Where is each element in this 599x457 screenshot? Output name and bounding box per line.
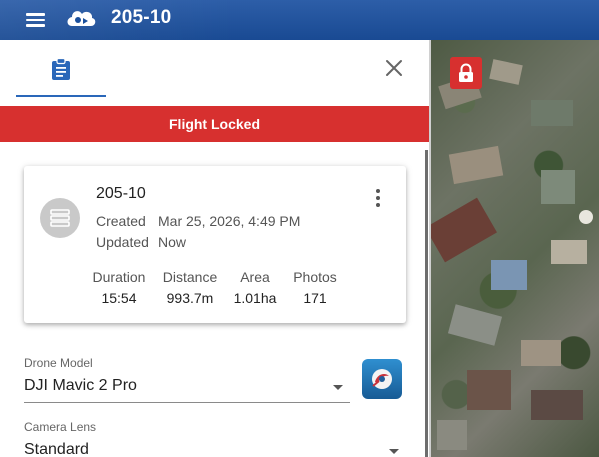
stat-label: Area	[240, 269, 270, 285]
flight-card: 205-10 Created Mar 25, 2026, 4:49 PM Upd…	[24, 166, 406, 323]
menu-icon[interactable]	[26, 10, 46, 30]
drone-model-select[interactable]: DJI Mavic 2 Pro	[24, 377, 137, 395]
map-building	[491, 260, 527, 290]
banner-text: Flight Locked	[169, 116, 260, 132]
lock-icon	[459, 63, 473, 82]
stat-duration: Duration 15:54	[90, 269, 148, 306]
flight-list-icon	[50, 209, 70, 227]
satellite-map[interactable]	[431, 40, 599, 457]
clipboard-icon	[52, 58, 70, 80]
stat-photos: Photos 171	[290, 269, 340, 306]
camera-lens-label: Camera Lens	[24, 420, 97, 434]
created-label: Created	[96, 213, 146, 229]
app-logo-icon	[67, 11, 96, 26]
chevron-down-icon[interactable]	[333, 385, 343, 390]
stat-value: 171	[303, 290, 327, 306]
camera-lens-select[interactable]: Standard	[24, 441, 89, 457]
map-building	[437, 420, 467, 450]
map-building	[467, 370, 511, 410]
drone-model-label: Drone Model	[24, 356, 93, 370]
map-building	[579, 210, 593, 224]
close-icon[interactable]	[383, 57, 405, 79]
tab-details[interactable]	[16, 40, 106, 98]
drone-app-button[interactable]	[362, 359, 402, 399]
stat-label: Distance	[162, 269, 218, 285]
map-building	[531, 100, 573, 126]
map-building	[541, 170, 575, 204]
chevron-down-icon[interactable]	[389, 449, 399, 454]
map-building	[447, 304, 503, 346]
map-building	[531, 390, 583, 420]
scrollbar[interactable]	[425, 150, 428, 457]
app-bar: 205-10	[0, 0, 599, 40]
drone-app-icon	[372, 369, 392, 389]
map-building	[489, 59, 523, 85]
stat-value: 15:54	[101, 290, 137, 306]
flight-avatar	[40, 198, 80, 238]
created-value: Mar 25, 2026, 4:49 PM	[158, 213, 301, 229]
map-building	[448, 145, 504, 185]
stat-label: Photos	[293, 269, 337, 285]
tab-indicator	[16, 95, 106, 97]
map-building	[551, 240, 587, 264]
lock-button[interactable]	[450, 57, 482, 89]
drone-model-underline	[24, 402, 350, 403]
stat-area: Area 1.01ha	[230, 269, 280, 306]
more-options-icon[interactable]	[369, 188, 387, 208]
stat-value: 1.01ha	[233, 290, 277, 306]
stat-label: Duration	[92, 269, 146, 285]
map-building	[431, 197, 497, 263]
app-title: 205-10	[111, 7, 172, 28]
flight-locked-banner: Flight Locked	[0, 106, 429, 142]
updated-label: Updated	[96, 234, 149, 250]
flight-title: 205-10	[96, 185, 146, 202]
map-building	[521, 340, 561, 366]
stat-distance: Distance 993.7m	[160, 269, 220, 306]
stat-value: 993.7m	[166, 290, 214, 306]
updated-value: Now	[158, 234, 187, 250]
